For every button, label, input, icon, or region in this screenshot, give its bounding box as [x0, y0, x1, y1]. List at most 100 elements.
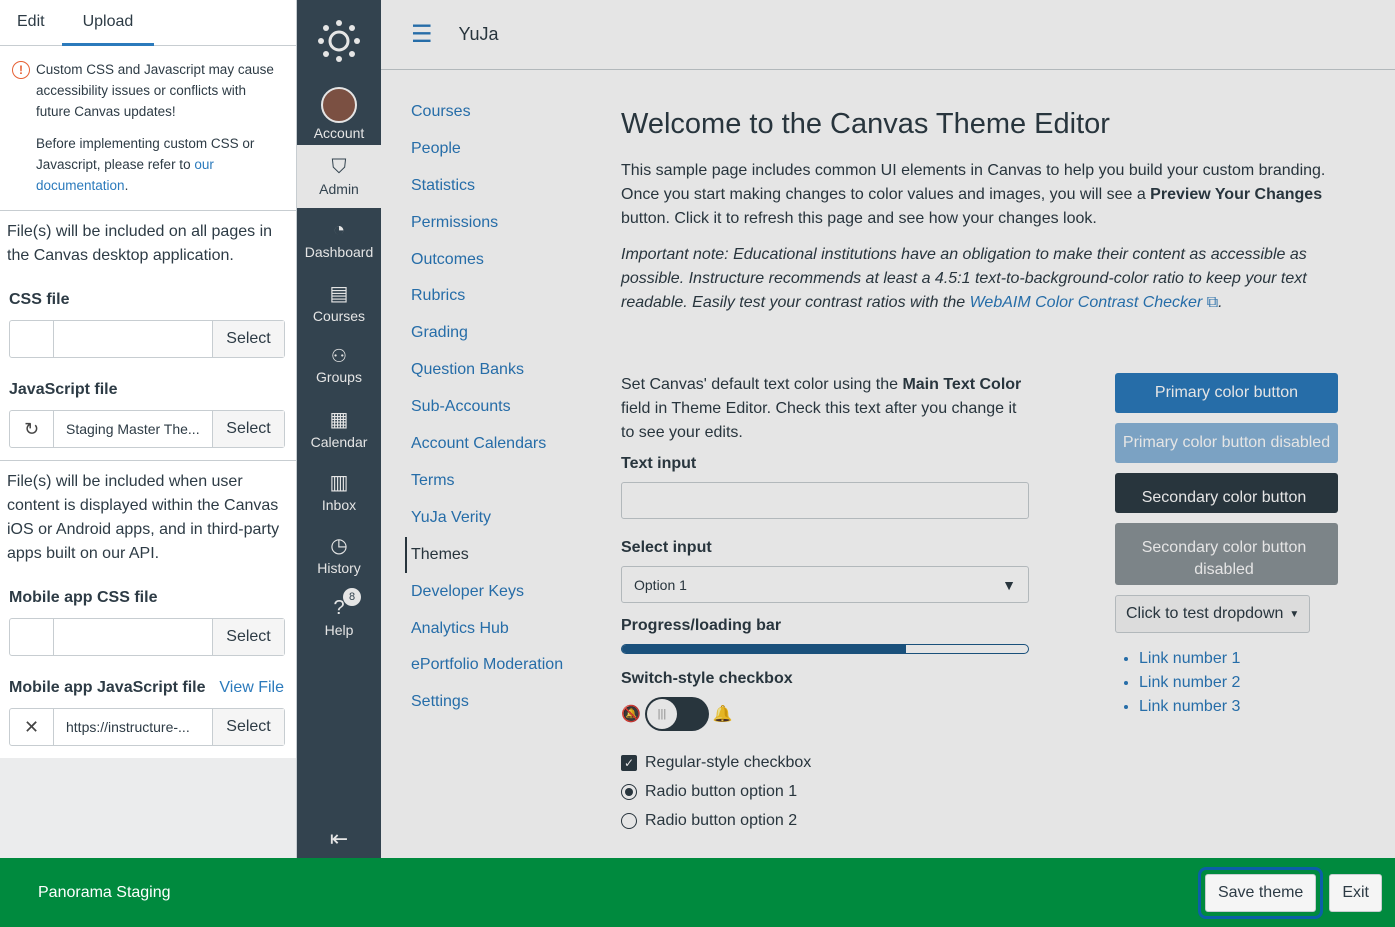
bell-icon: 🔔: [712, 706, 733, 723]
mobile-css-select-button[interactable]: Select: [212, 619, 284, 655]
course-nav-item[interactable]: YuJa Verity: [411, 504, 586, 541]
text-input[interactable]: [621, 482, 1029, 519]
caret-down-icon: ▼: [1289, 608, 1300, 620]
global-navigation: Account ⛉ Admin ◔ Dashboard ▤ Courses ⚇ Grou…: [297, 0, 381, 858]
view-file-link[interactable]: View File: [219, 676, 284, 700]
shield-icon: ⛉: [331, 156, 347, 178]
text-input-label: Text input: [621, 455, 697, 472]
course-nav-item[interactable]: ePortfolio Moderation: [411, 651, 586, 688]
hamburger-menu-icon[interactable]: ☰: [411, 20, 433, 49]
nav-history[interactable]: ◷ History: [297, 523, 381, 586]
clock-icon: ◷: [330, 535, 348, 557]
groups-icon: ⚇: [330, 346, 348, 366]
mobile-css-status: [10, 619, 54, 655]
desktop-note: File(s) will be included on all pages in…: [7, 223, 273, 264]
tab-edit[interactable]: Edit: [0, 0, 62, 46]
calendar-icon: ▦: [329, 409, 349, 431]
switch-toggle[interactable]: |||: [644, 697, 709, 731]
course-nav-item[interactable]: Statistics: [411, 172, 586, 209]
js-file-select-button[interactable]: Select: [212, 411, 284, 447]
nav-courses[interactable]: ▤ Courses: [297, 271, 381, 334]
radio-option-2[interactable]: Radio button option 2: [621, 809, 1029, 832]
external-link-icon: ⧉: [1206, 294, 1219, 311]
primary-button[interactable]: Primary color button: [1115, 373, 1338, 413]
course-nav-item[interactable]: Settings: [411, 688, 586, 725]
course-nav-item[interactable]: Grading: [411, 319, 586, 356]
css-file-label: CSS file: [9, 291, 70, 308]
canvas-logo-icon[interactable]: [297, 0, 381, 82]
environment-name: Panorama Staging: [38, 883, 171, 901]
collapse-nav-icon[interactable]: ⇤: [297, 826, 381, 852]
course-nav-item[interactable]: Outcomes: [411, 246, 586, 283]
js-file-row: ↻ Staging Master The... Select: [9, 410, 285, 448]
secondary-button[interactable]: Secondary color button: [1115, 473, 1338, 513]
radio-option-1[interactable]: Radio button option 1: [621, 780, 1029, 803]
desktop-files-section: File(s) will be included on all pages in…: [0, 211, 296, 461]
secondary-button-disabled: Secondary color button disabled: [1115, 523, 1338, 585]
course-nav-item[interactable]: Developer Keys: [411, 578, 586, 615]
nav-account[interactable]: Account: [297, 82, 381, 145]
theme-editor-footer: Panorama Staging Save theme Exit: [0, 858, 1395, 927]
progress-fill: [622, 645, 907, 653]
mobile-js-row: ✕ https://instructure-... Select: [9, 708, 285, 746]
avatar: [321, 86, 357, 123]
mobile-note: File(s) will be included when user conte…: [7, 473, 280, 562]
progress-label: Progress/loading bar: [621, 617, 782, 634]
page-header: ☰ YuJa: [381, 0, 1395, 70]
link-item[interactable]: Link number 2: [1139, 671, 1338, 695]
course-nav-item[interactable]: Courses: [411, 98, 586, 135]
checkmark-icon: ✓: [621, 754, 637, 771]
link-item[interactable]: Link number 3: [1139, 695, 1338, 719]
editor-tabs: Edit Upload: [0, 0, 296, 46]
link-list: Link number 1 Link number 2 Link number …: [1115, 647, 1338, 719]
remove-icon[interactable]: ✕: [10, 709, 54, 745]
select-input-label: Select input: [621, 539, 712, 556]
progress-bar: [621, 644, 1029, 654]
nav-inbox[interactable]: ▥ Inbox: [297, 460, 381, 523]
regular-checkbox[interactable]: ✓ Regular-style checkbox: [621, 751, 1029, 774]
nav-admin[interactable]: ⛉ Admin: [297, 145, 381, 208]
chevron-down-icon: ▼: [1002, 576, 1016, 593]
course-nav-item[interactable]: Account Calendars: [411, 430, 586, 467]
select-input[interactable]: Option 1 ▼: [621, 566, 1029, 603]
course-nav-item[interactable]: Permissions: [411, 209, 586, 246]
warning-text: Custom CSS and Javascript may cause acce…: [36, 62, 274, 119]
save-theme-button[interactable]: Save theme: [1204, 873, 1317, 912]
breadcrumb[interactable]: YuJa: [459, 24, 499, 45]
css-file-name: [54, 321, 212, 357]
nav-calendar[interactable]: ▦ Calendar: [297, 397, 381, 460]
css-file-status: [10, 321, 54, 357]
mobile-js-select-button[interactable]: Select: [212, 709, 284, 745]
primary-button-disabled: Primary color button disabled: [1115, 423, 1338, 463]
link-item[interactable]: Link number 1: [1139, 647, 1338, 671]
webaim-link[interactable]: WebAIM Color Contrast Checker: [970, 294, 1203, 311]
warning-docs-text: Before implementing custom CSS or Javasc…: [36, 136, 255, 193]
main-text-description: Set Canvas' default text color using the…: [621, 376, 1022, 441]
js-file-label: JavaScript file: [9, 381, 118, 398]
course-nav-item[interactable]: Rubrics: [411, 282, 586, 319]
mobile-files-section: File(s) will be included when user conte…: [0, 461, 296, 746]
reset-icon[interactable]: ↻: [10, 411, 54, 447]
mobile-css-row: Select: [9, 618, 285, 656]
exit-button[interactable]: Exit: [1329, 873, 1382, 912]
nav-groups[interactable]: ⚇ Groups: [297, 334, 381, 397]
page-title: Welcome to the Canvas Theme Editor: [621, 108, 1110, 140]
inbox-icon: ▥: [329, 472, 349, 494]
course-nav-item[interactable]: Terms: [411, 467, 586, 504]
help-badge: 8: [343, 588, 361, 606]
nav-dashboard[interactable]: ◔ Dashboard: [297, 208, 381, 271]
course-nav-item[interactable]: Analytics Hub: [411, 615, 586, 652]
course-nav-item[interactable]: Question Banks: [411, 356, 586, 393]
intro-text: This sample page includes common UI elem…: [621, 162, 1326, 227]
course-nav-item[interactable]: Themes: [405, 536, 586, 573]
theme-preview: ☰ YuJa Courses People Statistics Permission…: [381, 0, 1395, 858]
nav-help[interactable]: ? 8 Help: [297, 586, 381, 649]
mobile-js-name: https://instructure-...: [66, 719, 190, 735]
course-nav-item[interactable]: Sub-Accounts: [411, 393, 586, 430]
switch-knob: |||: [646, 699, 677, 729]
tab-upload[interactable]: Upload: [61, 0, 155, 46]
custom-code-warning: ! Custom CSS and Javascript may cause ac…: [0, 46, 296, 211]
test-dropdown-button[interactable]: Click to test dropdown ▼: [1115, 595, 1311, 633]
css-file-select-button[interactable]: Select: [212, 321, 284, 357]
course-nav-item[interactable]: People: [411, 135, 586, 172]
